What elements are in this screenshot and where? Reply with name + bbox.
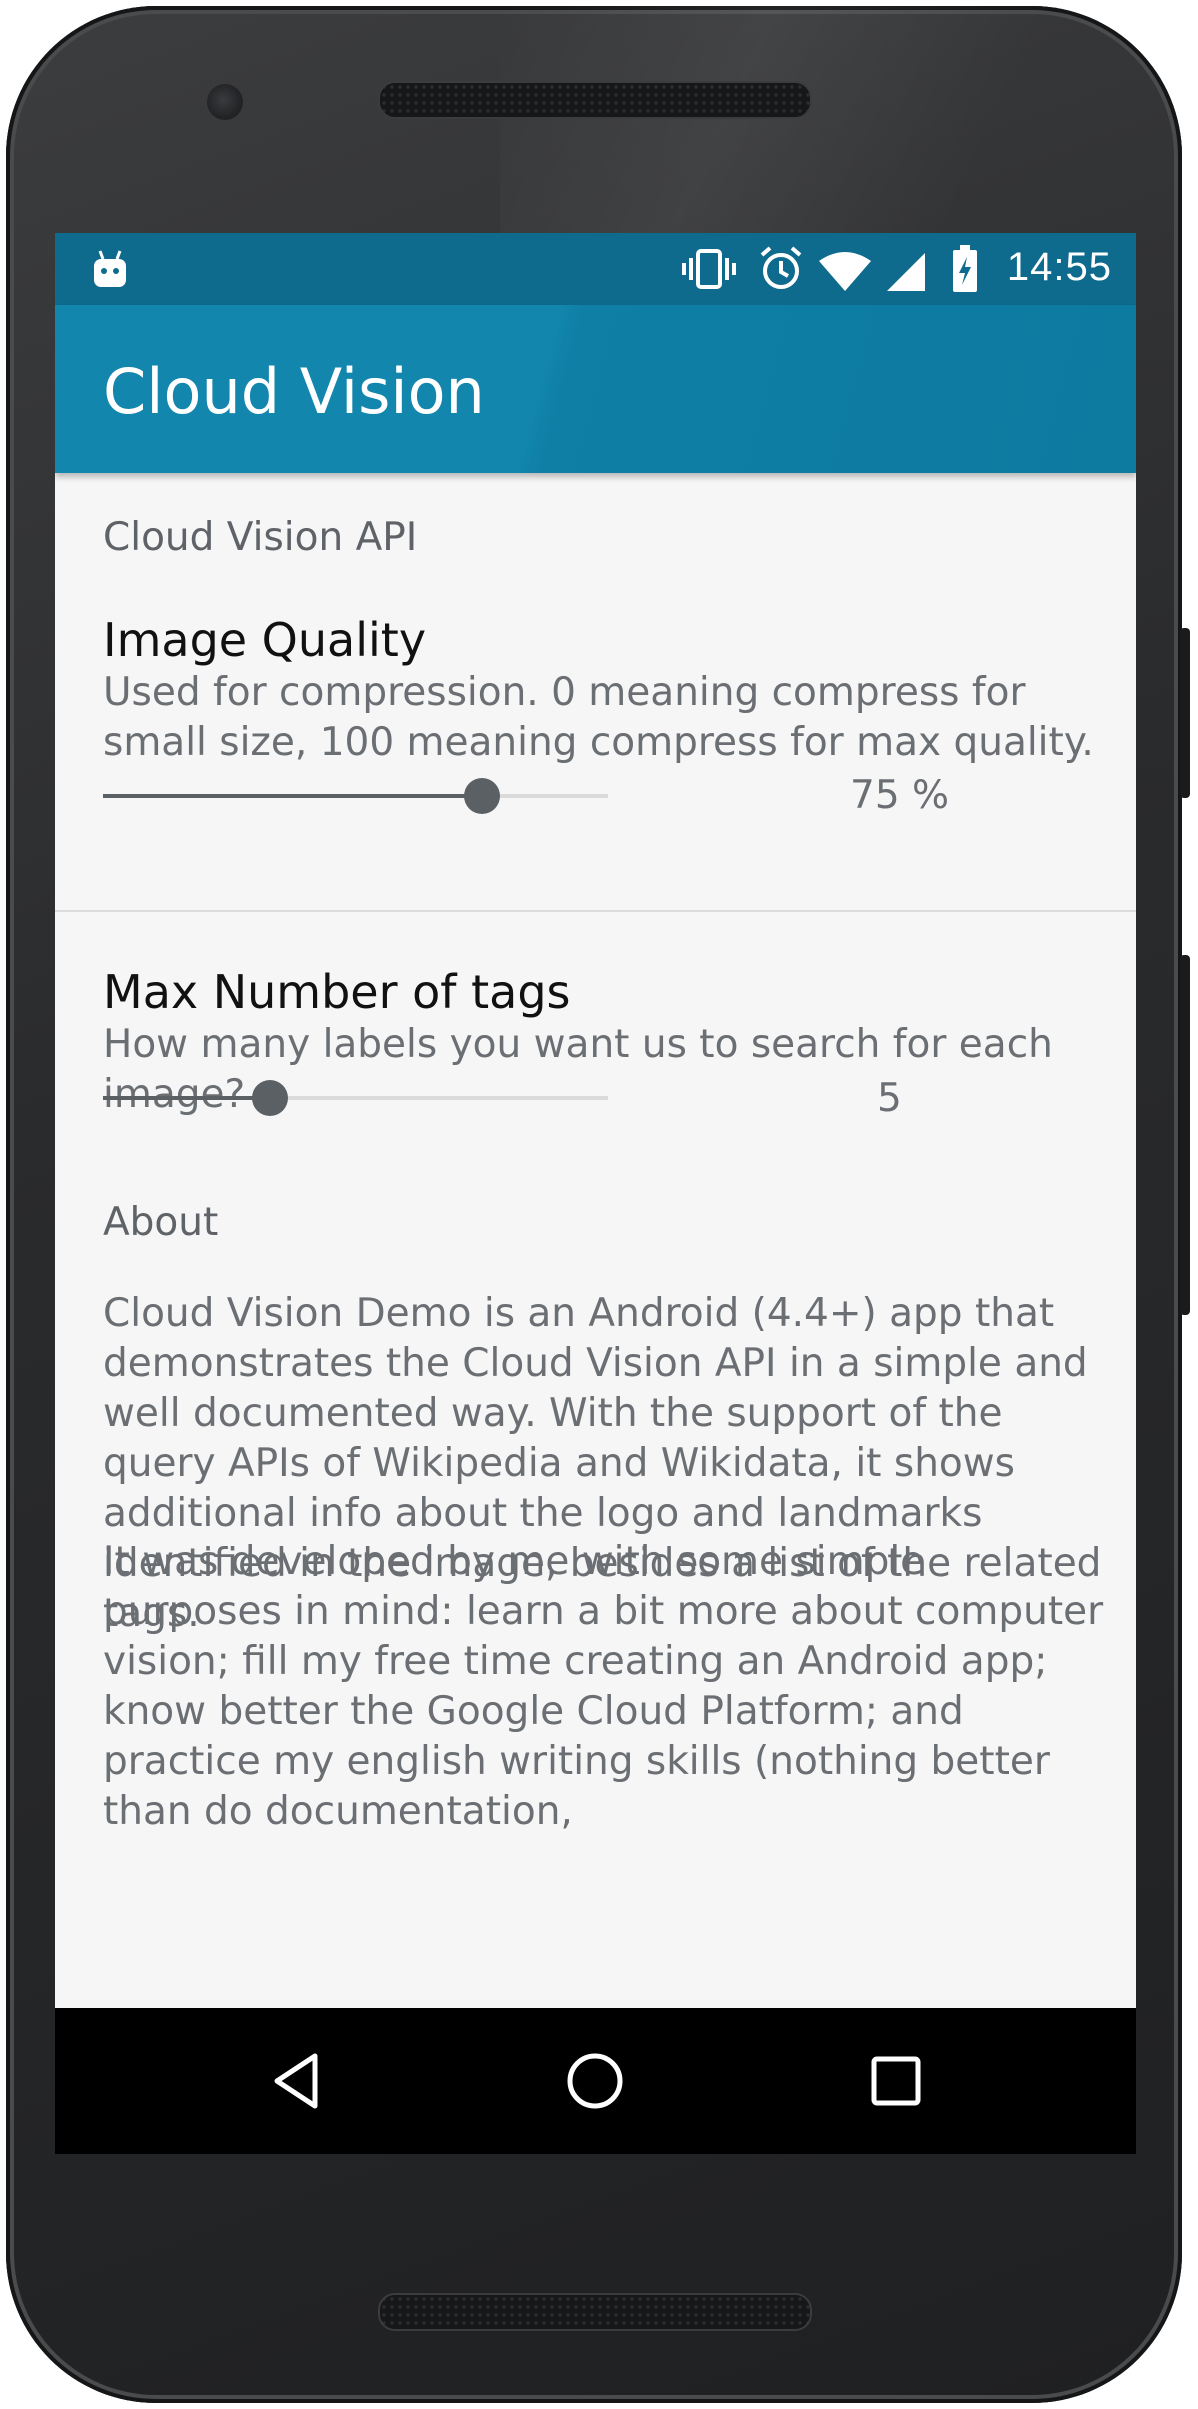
navigation-bar: [55, 2008, 1136, 2154]
status-bar: 14:55: [55, 233, 1136, 305]
home-icon[interactable]: [560, 2046, 630, 2116]
max-tags-slider[interactable]: [103, 1073, 608, 1123]
image-quality-slider[interactable]: [103, 771, 608, 821]
max-tags-title: Max Number of tags: [103, 965, 571, 1019]
front-camera: [207, 84, 243, 120]
slider-fill: [103, 794, 482, 798]
slider-thumb[interactable]: [252, 1080, 288, 1116]
category-header-about: About: [103, 1200, 219, 1245]
power-button: [1180, 955, 1190, 1315]
image-quality-title: Image Quality: [103, 613, 427, 667]
recents-icon[interactable]: [861, 2046, 931, 2116]
vibrate-icon: [682, 249, 736, 289]
image-quality-summary: Used for compression. 0 meaning compress…: [103, 670, 1094, 765]
section-divider: [55, 910, 1136, 912]
category-header-api: Cloud Vision API: [103, 515, 418, 560]
status-time: 14:55: [1006, 245, 1112, 289]
wifi-icon: [819, 252, 871, 291]
app-bar: Cloud Vision: [55, 305, 1136, 473]
back-icon[interactable]: [263, 2046, 333, 2116]
max-tags-value: 5: [877, 1076, 902, 1121]
screen: 14:55 Cloud Vision Cloud Vision API Imag…: [55, 233, 1136, 2154]
slider-thumb[interactable]: [464, 778, 500, 814]
slider-fill: [103, 1096, 270, 1100]
image-quality-value: 75 %: [850, 773, 950, 818]
battery-charging-icon: [953, 245, 977, 292]
app-title: Cloud Vision: [103, 355, 485, 428]
device-frame: 14:55 Cloud Vision Cloud Vision API Imag…: [0, 0, 1198, 2409]
alarm-icon: [760, 246, 802, 289]
settings-list[interactable]: Cloud Vision API Image Quality Used for …: [55, 473, 1136, 1998]
volume-button: [1180, 628, 1190, 798]
bottom-speaker: [378, 2293, 812, 2331]
top-speaker: [378, 81, 812, 119]
about-paragraph-2: It was developed by me with some simple …: [103, 1539, 1104, 1834]
signal-icon: [887, 253, 925, 291]
android-debug-icon: [94, 250, 126, 287]
